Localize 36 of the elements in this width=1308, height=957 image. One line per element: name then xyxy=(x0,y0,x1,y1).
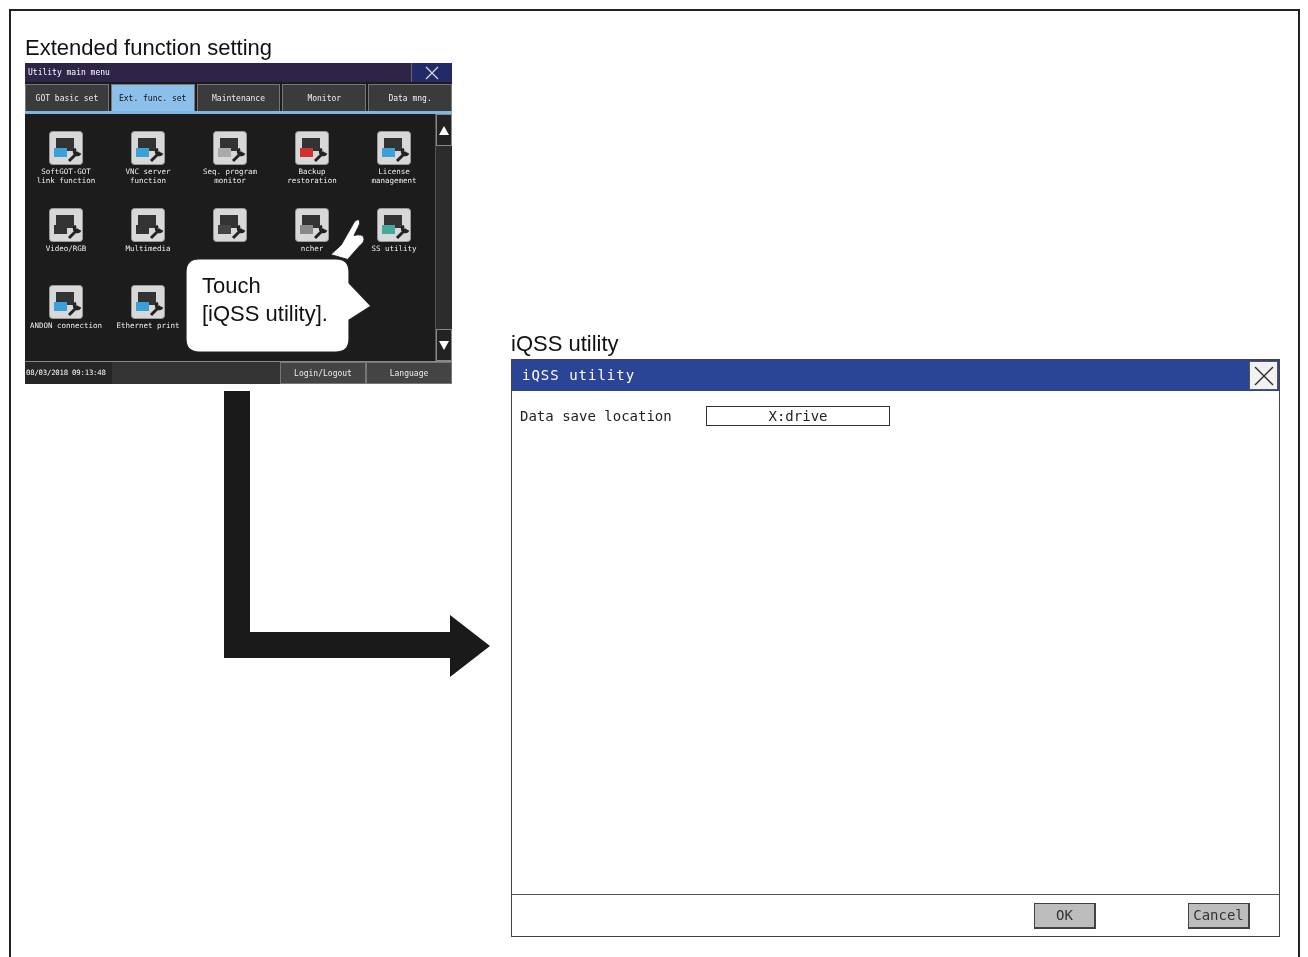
close-icon xyxy=(1253,365,1274,386)
close-button[interactable] xyxy=(1249,361,1278,390)
up-arrow-icon xyxy=(439,125,449,135)
tool-icon[interactable] xyxy=(49,285,83,319)
menu-tab[interactable]: GOT basic set xyxy=(25,84,109,111)
tool-icon[interactable] xyxy=(295,131,329,165)
callout-text: Touch [iQSS utility]. xyxy=(202,272,328,328)
window-title: iQSS utility xyxy=(521,366,637,385)
tool-icon[interactable] xyxy=(131,131,165,165)
menu-tab[interactable]: Maintenance xyxy=(196,84,281,111)
tool-icon[interactable] xyxy=(131,285,165,319)
dialog-button[interactable]: OK xyxy=(1034,902,1096,929)
close-button[interactable] xyxy=(411,63,452,82)
field-label: Data save location xyxy=(520,408,673,424)
tool-icon[interactable] xyxy=(295,208,329,242)
scroll-up-button[interactable] xyxy=(436,114,452,146)
tool-icon[interactable] xyxy=(49,208,83,242)
close-icon xyxy=(425,65,439,80)
menu-tab[interactable]: Ext. func. set xyxy=(110,84,195,111)
tool-icon[interactable] xyxy=(213,208,247,242)
section-caption: iQSS utility xyxy=(511,331,620,358)
scroll-down-button[interactable] xyxy=(436,329,452,361)
input-field[interactable]: X:drive xyxy=(706,406,890,426)
status-button[interactable]: Language xyxy=(366,362,452,384)
tool-icon[interactable] xyxy=(49,131,83,165)
down-arrow-icon xyxy=(439,340,449,350)
tool-icon[interactable] xyxy=(131,208,165,242)
tool-icon[interactable] xyxy=(377,208,411,242)
menu-title: Utility main menu xyxy=(27,67,111,79)
menu-tab[interactable]: Monitor xyxy=(282,84,367,111)
tool-icon[interactable] xyxy=(213,131,247,165)
dialog-button[interactable]: Cancel xyxy=(1188,902,1250,929)
tool-icon[interactable] xyxy=(377,131,411,165)
status-button[interactable]: Login/Logout xyxy=(280,362,366,384)
menu-tab[interactable]: Data mng. xyxy=(368,84,452,111)
section-caption: Extended function setting xyxy=(25,35,274,62)
